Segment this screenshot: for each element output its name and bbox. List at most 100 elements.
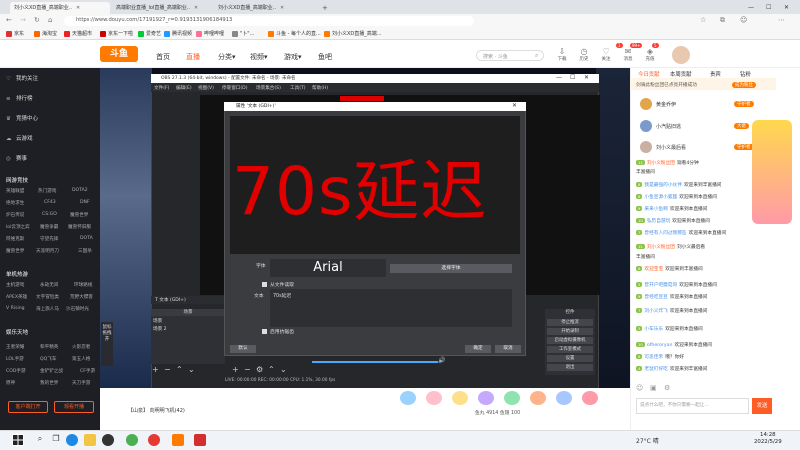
category-tag[interactable]: 天刀手游 <box>72 380 90 386</box>
category-tag[interactable]: 天涯明月刀 <box>36 248 59 254</box>
browser-tab[interactable]: 刘小义XD直播_高端职业.. ✕ <box>214 2 314 14</box>
netease-icon[interactable] <box>148 434 160 446</box>
category-tag[interactable]: 金铲铲之战 <box>40 368 63 374</box>
rank-row[interactable]: 刘小义最后看 守护者 <box>640 141 770 155</box>
douyu-logo[interactable]: 斗鱼 <box>100 46 138 62</box>
follow-button[interactable]: ♡ 关注 <box>596 47 616 62</box>
maximize-icon[interactable]: ☐ <box>762 2 775 14</box>
search-input[interactable]: 搜索 · 斗鱼 <box>476 50 544 61</box>
close-icon[interactable]: ✕ <box>512 102 517 109</box>
gift-icon[interactable] <box>556 391 572 405</box>
category-tag[interactable]: QQ飞车 <box>40 356 56 362</box>
history-button[interactable]: ◷ 历史 <box>574 47 594 62</box>
emoji-icon[interactable]: ☺ <box>636 384 643 392</box>
nav-video[interactable]: 视频▾ <box>250 52 268 62</box>
close-icon[interactable]: ✕ <box>280 5 284 11</box>
add-icon[interactable]: + <box>232 365 239 374</box>
gift-icon[interactable] <box>452 391 468 405</box>
close-icon[interactable]: ✕ <box>194 5 198 11</box>
minimize-icon[interactable]: — <box>744 2 758 14</box>
task-view-icon[interactable]: ❐ <box>50 434 62 446</box>
category-tag[interactable]: 和平精英 <box>40 344 58 350</box>
minimize-icon[interactable]: — <box>556 74 562 81</box>
virtual-camera-button[interactable]: 启动虚拟摄像机 <box>547 337 593 344</box>
category-tag[interactable]: 第五人格 <box>72 356 90 362</box>
studio-mode-button[interactable]: 工作室模式 <box>547 346 593 353</box>
drag-handle[interactable]: 鼠标拖拽开 <box>101 322 113 366</box>
favorite-item[interactable]: 腾讯视频 <box>164 30 192 37</box>
sidebar-item-guess[interactable]: ♛ 竞猜中心 <box>6 114 38 122</box>
gear-icon[interactable]: ⚙ <box>256 365 263 374</box>
category-tag[interactable]: DNF <box>80 200 90 205</box>
favorite-item[interactable]: 京东 <box>6 30 24 37</box>
menu-edit[interactable]: 编辑(E) <box>176 85 192 91</box>
gift-icon[interactable] <box>582 391 598 405</box>
category-tag[interactable]: V Rising <box>6 306 25 311</box>
more-icon[interactable]: ⋯ <box>778 16 785 24</box>
menu-help[interactable]: 帮助(H) <box>312 85 328 91</box>
start-broadcast-button[interactable]: 观看开播 <box>54 401 94 413</box>
edge-icon[interactable] <box>66 434 78 446</box>
antialias-checkbox[interactable]: 启用抗锯齿 <box>262 328 294 335</box>
category-tag[interactable]: 海上旗人马 <box>36 306 59 312</box>
down-icon[interactable]: ⌄ <box>188 365 195 374</box>
obs-icon[interactable] <box>102 434 114 446</box>
client-open-button[interactable]: 客户端打开 <box>8 401 48 413</box>
profile-icon[interactable]: ☺ <box>740 16 747 24</box>
default-button[interactable]: 默认 <box>230 345 256 353</box>
stop-stream-button[interactable]: 停止推流 <box>547 319 593 326</box>
nav-live[interactable]: 直播 <box>186 52 200 62</box>
category-tag[interactable]: 阿维克斯 <box>6 236 24 242</box>
category-tag[interactable]: 原神 <box>6 380 15 386</box>
select-font-button[interactable]: 选择字体 <box>390 264 512 273</box>
favorite-item[interactable]: 哔哩哔哩 <box>196 30 224 37</box>
close-window-icon[interactable]: ✕ <box>780 2 793 14</box>
menu-view[interactable]: 视图(V) <box>198 85 214 91</box>
category-tag[interactable]: CF43 <box>44 200 56 205</box>
category-tag[interactable]: 火影忍者 <box>72 344 90 350</box>
gift-icon[interactable] <box>400 391 416 405</box>
category-tag[interactable]: 魔兽怀旧服 <box>68 224 91 230</box>
tab-vip[interactable]: 贵宾 <box>710 70 721 78</box>
category-tag[interactable]: APEX英雄 <box>6 294 27 300</box>
promo-banner[interactable] <box>752 120 792 224</box>
favorite-item[interactable]: 斗鱼 - 每个人的直... <box>268 30 321 37</box>
sidebar-item-follow[interactable]: ♡ 我的关注 <box>6 74 38 82</box>
menu-file[interactable]: 文件(F) <box>154 85 169 91</box>
image-icon[interactable]: ▣ <box>650 384 657 392</box>
collections-icon[interactable]: ⧉ <box>720 16 725 25</box>
category-tag[interactable]: 永劫无间 <box>40 282 58 288</box>
start-record-button[interactable]: 开始录制 <box>547 328 593 335</box>
open-fan-badge[interactable]: 成为粉丝 <box>732 82 756 88</box>
favorite-item[interactable]: 海淘宝 <box>34 30 57 37</box>
back-icon[interactable]: ← <box>6 16 12 24</box>
browser-tab[interactable]: 高端职业直播_lol直播_高端职业.. ✕ <box>112 2 212 14</box>
folder-icon[interactable] <box>84 434 96 446</box>
settings-button[interactable]: 设置 <box>547 355 593 362</box>
tab-week[interactable]: 本周贡献 <box>670 70 692 78</box>
exit-button[interactable]: 退出 <box>547 364 593 371</box>
category-tag[interactable]: 王者荣耀 <box>6 344 24 350</box>
nav-home[interactable]: 首页 <box>156 52 170 62</box>
category-tag[interactable]: 炉石传说 <box>6 212 24 218</box>
category-tag[interactable]: 环球路线 <box>74 282 92 288</box>
category-tag[interactable]: 主机游戏 <box>6 282 24 288</box>
favorites-icon[interactable]: ☆ <box>700 16 706 24</box>
gift-icon[interactable] <box>426 391 442 405</box>
rank-row[interactable]: 黄金乔伊 守护者 <box>640 98 770 112</box>
category-tag[interactable]: DOTA2 <box>72 188 88 193</box>
chrome-icon[interactable] <box>126 434 138 446</box>
close-icon[interactable]: ✕ <box>76 5 80 11</box>
app-icon[interactable] <box>194 434 206 446</box>
category-tag[interactable]: 沙石镇时光 <box>66 306 89 312</box>
category-tag[interactable]: CS:GO <box>42 212 57 217</box>
clock[interactable]: 14:28 2022/5/29 <box>754 432 782 446</box>
category-tag[interactable]: 三国杀 <box>78 248 92 254</box>
category-tag[interactable]: lol云顶之弈 <box>6 224 30 230</box>
category-tag[interactable]: CF手游 <box>80 368 95 374</box>
refresh-icon[interactable]: ↻ <box>34 16 40 24</box>
menu-dock[interactable]: 停靠窗口(D) <box>222 85 248 91</box>
gift-icon[interactable] <box>478 391 494 405</box>
up-icon[interactable]: ⌃ <box>268 365 275 374</box>
remove-icon[interactable]: − <box>164 365 171 374</box>
